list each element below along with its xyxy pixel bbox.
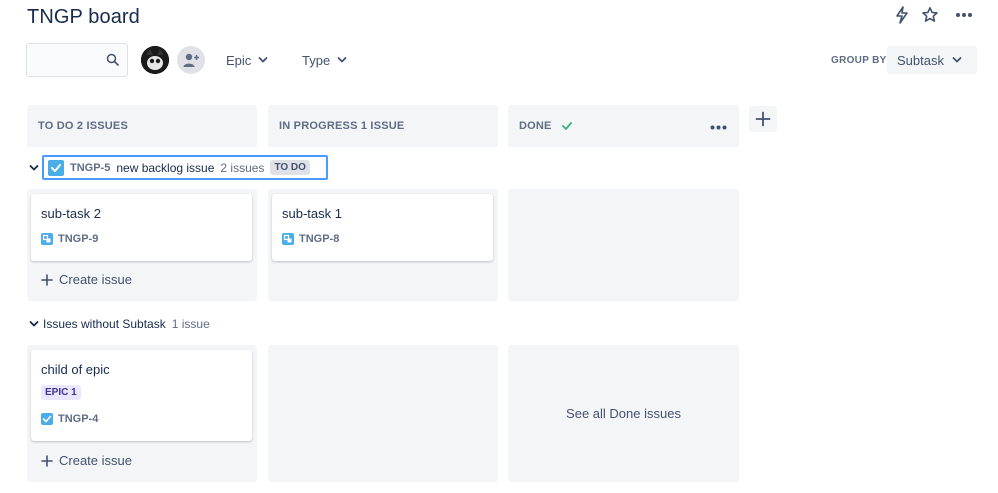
create-issue-button[interactable]: Create issue (41, 453, 132, 468)
create-issue-label: Create issue (59, 272, 132, 287)
see-all-done-link[interactable]: See all Done issues (566, 406, 681, 421)
create-issue-label: Create issue (59, 453, 132, 468)
issue-key: TNGP-8 (299, 233, 340, 245)
star-icon[interactable] (918, 3, 942, 27)
column-header-done: DONE (508, 105, 739, 147)
check-icon (561, 122, 572, 130)
chevron-down-icon (337, 57, 347, 63)
plus-icon (755, 111, 771, 127)
create-issue-button[interactable]: Create issue (41, 272, 132, 287)
chevron-down-icon (29, 165, 39, 171)
chevron-down-icon (952, 57, 962, 63)
swimlane-label: Issues without Subtask (43, 317, 166, 331)
column-cell-done (508, 189, 739, 301)
lightning-icon[interactable] (890, 3, 914, 27)
groupby-value: Subtask (897, 52, 944, 68)
issue-key: TNGP-9 (58, 233, 99, 245)
avatar[interactable] (141, 46, 169, 74)
search-input[interactable] (26, 43, 128, 77)
swimlane-toggle[interactable] (27, 161, 41, 175)
column-header-todo: TO DO 2 ISSUES (27, 105, 257, 147)
card-key: TNGP-9 (41, 233, 98, 245)
issue-key: TNGP-4 (58, 413, 99, 425)
card-key: TNGP-4 (41, 413, 98, 425)
column-more-icon[interactable] (710, 121, 727, 133)
add-column-button[interactable] (749, 106, 777, 132)
chevron-down-icon (258, 57, 268, 63)
groupby-dropdown[interactable]: Subtask (887, 46, 977, 74)
more-icon[interactable] (951, 3, 977, 27)
subtask-icon (282, 233, 294, 245)
status-badge: TO DO (270, 160, 310, 175)
card-title: child of epic (41, 362, 110, 377)
column-header-in-progress: IN PROGRESS 1 ISSUE (268, 105, 498, 147)
search-icon (106, 53, 119, 71)
issue-card[interactable]: child of epic EPIC 1 TNGP-4 (31, 350, 252, 441)
column-cell-done: See all Done issues (508, 345, 739, 482)
column-title: IN PROGRESS 1 ISSUE (279, 120, 405, 132)
swimlane-parent-issue[interactable]: TNGP-5 new backlog issue 2 issues TO DO (42, 155, 328, 180)
column-cell-in-progress (268, 345, 498, 482)
add-people-icon[interactable] (177, 46, 205, 74)
epic-badge: EPIC 1 (41, 385, 81, 400)
epic-filter-label: Epic (226, 52, 252, 68)
card-title: sub-task 1 (282, 206, 342, 221)
parent-issue-summary: new backlog issue (116, 160, 215, 175)
parent-issue-count: 2 issues (220, 160, 265, 175)
type-filter-button[interactable]: Type (298, 46, 351, 74)
swimlane-header[interactable]: Issues without Subtask 1 issue (43, 317, 210, 331)
card-key: TNGP-8 (282, 233, 339, 245)
card-title: sub-task 2 (41, 206, 101, 221)
checkbox-icon (48, 159, 64, 176)
page-title: TNGP board (27, 6, 140, 28)
groupby-label: GROUP BY (831, 55, 887, 66)
subtask-icon (41, 233, 53, 245)
plus-icon (41, 273, 53, 286)
issue-card[interactable]: sub-task 2 TNGP-9 (31, 194, 252, 261)
type-filter-label: Type (302, 52, 331, 68)
issue-card[interactable]: sub-task 1 TNGP-8 (272, 194, 493, 261)
chevron-down-icon (29, 321, 39, 327)
parent-issue-key[interactable]: TNGP-5 (70, 162, 110, 174)
swimlane-toggle[interactable] (27, 317, 41, 331)
swimlane-count: 1 issue (171, 317, 210, 331)
epic-filter-button[interactable]: Epic (222, 46, 272, 74)
column-title: DONE (519, 120, 552, 132)
plus-icon (41, 454, 53, 467)
column-title: TO DO 2 ISSUES (38, 120, 129, 132)
task-icon (41, 413, 53, 425)
